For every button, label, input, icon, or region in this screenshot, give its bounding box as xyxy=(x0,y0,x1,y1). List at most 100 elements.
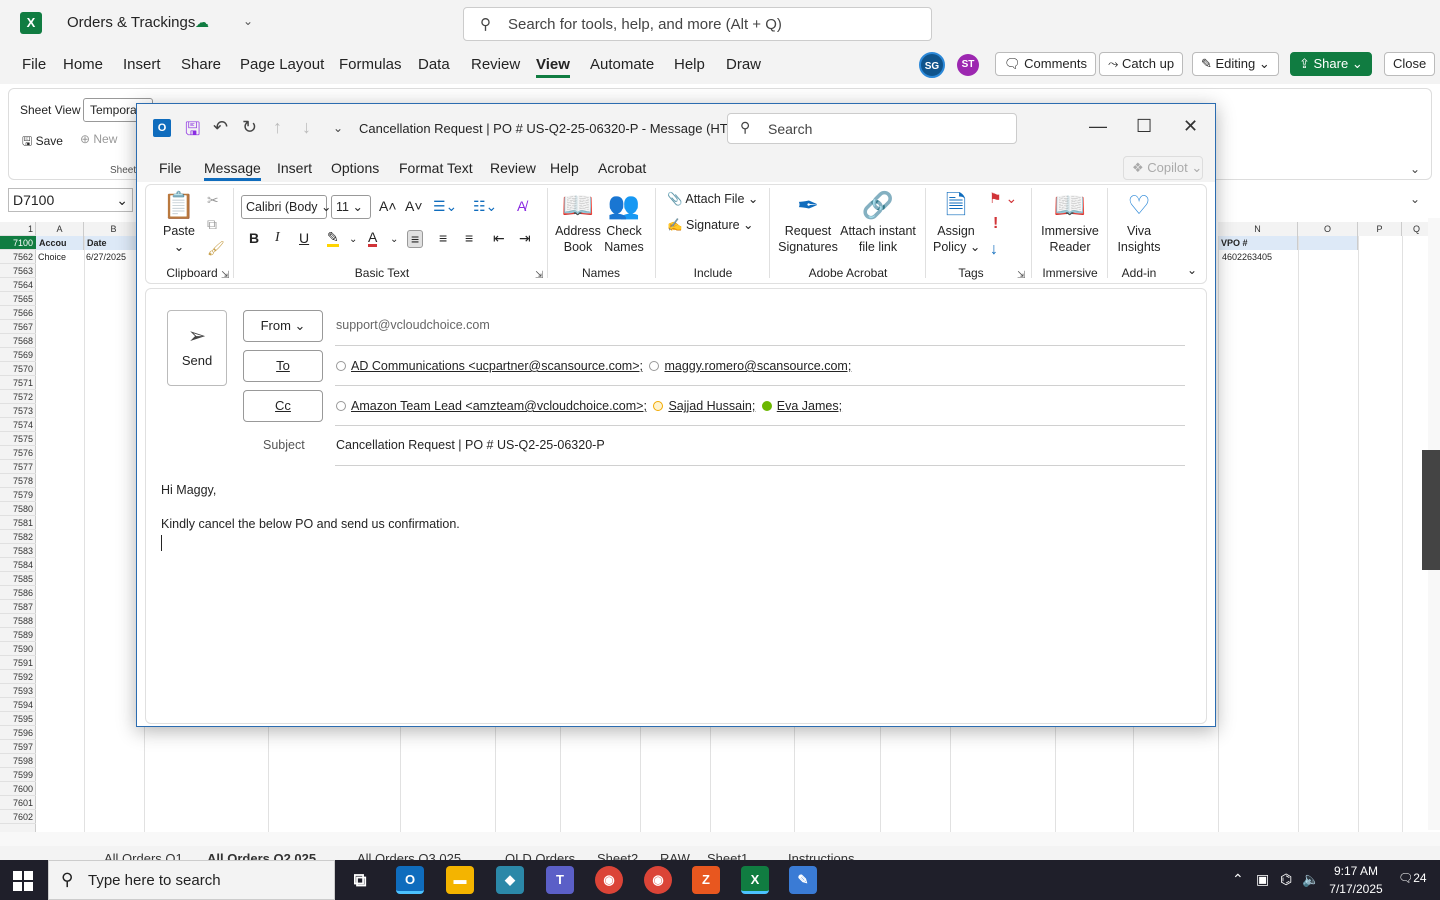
send-button[interactable]: ➢ Send xyxy=(167,310,227,386)
decrease-indent-icon[interactable]: ⇤ xyxy=(493,230,505,247)
close-button[interactable]: Close xyxy=(1384,52,1436,76)
avatar-st[interactable]: ST xyxy=(957,54,979,76)
recipient-chip[interactable]: Eva James; xyxy=(777,399,842,413)
filter-header-vpo[interactable]: VPO # xyxy=(1218,236,1298,250)
excel-tab-draw[interactable]: Draw xyxy=(726,56,761,73)
clear-formatting-icon[interactable]: A̸ xyxy=(517,198,526,214)
chrome-icon[interactable]: ◉ xyxy=(595,866,623,894)
zoho-icon[interactable]: Z xyxy=(692,866,720,894)
sheet-tab[interactable]: All Orders Q3 025 xyxy=(357,851,461,860)
row-header[interactable]: 7601 xyxy=(0,796,36,810)
tab-format-text[interactable]: Format Text xyxy=(399,160,473,176)
outlook-taskbar-icon[interactable]: O xyxy=(396,866,424,894)
signature-button[interactable]: ✍ Signature ⌄ xyxy=(667,217,754,233)
check-names-button[interactable]: 👥 Check Names xyxy=(603,190,645,255)
column-header-b[interactable]: B xyxy=(84,222,144,236)
row-header[interactable]: 7571 xyxy=(0,376,36,390)
address-book-button[interactable]: 📖 Address Book xyxy=(555,190,601,255)
tab-acrobat[interactable]: Acrobat xyxy=(598,160,646,176)
row-header[interactable]: 7577 xyxy=(0,460,36,474)
file-explorer-icon[interactable]: ▬ xyxy=(446,866,474,894)
row-header[interactable]: 7563 xyxy=(0,264,36,278)
comments-button[interactable]: 🗨 Comments xyxy=(995,52,1096,76)
sheet-tab[interactable]: RAW xyxy=(660,851,690,860)
copilot-button[interactable]: ❖ Copilot ⌄ xyxy=(1123,156,1203,180)
row-header[interactable]: 7595 xyxy=(0,712,36,726)
recipient-chip[interactable]: Amazon Team Lead <amzteam@vcloudchoice.c… xyxy=(351,399,647,413)
row-header[interactable]: 7581 xyxy=(0,516,36,530)
sheet-tab[interactable]: Sheet1 xyxy=(707,851,748,860)
align-left-icon[interactable]: ≡ xyxy=(407,230,424,248)
format-painter-icon[interactable]: 🖌 xyxy=(207,240,225,256)
row-header[interactable]: 1 xyxy=(0,222,36,236)
tab-options[interactable]: Options xyxy=(331,160,379,176)
paste-button[interactable]: 📋 Paste ⌄ xyxy=(159,190,199,255)
volume-icon[interactable]: 🔈 xyxy=(1302,871,1319,888)
chevron-up-icon[interactable]: ⌃ xyxy=(1232,871,1244,888)
row-header[interactable]: 7585 xyxy=(0,572,36,586)
network-alert-icon[interactable]: ▣ xyxy=(1256,871,1269,888)
tags-launcher-icon[interactable]: ⇲ xyxy=(1017,268,1025,284)
filter-header-date[interactable]: Date xyxy=(84,236,144,250)
share-button[interactable]: ⇪ Share ⌄ xyxy=(1290,52,1372,76)
row-header[interactable]: 7562 xyxy=(0,250,36,264)
sheet-tab[interactable]: Sheet2 xyxy=(597,851,638,860)
outlook-search-box[interactable]: ⚲ Search xyxy=(727,113,1017,144)
notepad-icon[interactable]: ✎ xyxy=(789,866,817,894)
increase-indent-icon[interactable]: ⇥ xyxy=(519,230,531,247)
arrow-up-icon[interactable]: ↑ xyxy=(273,117,282,138)
viva-insights-button[interactable]: ♡ Viva Insights xyxy=(1115,190,1163,255)
sheet-view-save-button[interactable]: 🖫 Save xyxy=(22,132,63,153)
row-header[interactable]: 7586 xyxy=(0,586,36,600)
row-header[interactable]: 7596 xyxy=(0,726,36,740)
row-header[interactable]: 7590 xyxy=(0,642,36,656)
row-header[interactable]: 7573 xyxy=(0,404,36,418)
excel-tab-view[interactable]: View xyxy=(536,56,570,78)
row-header[interactable]: 7567 xyxy=(0,320,36,334)
excel-search-box[interactable]: ⚲ Search for tools, help, and more (Alt … xyxy=(463,7,932,41)
excel-tab-page-layout[interactable]: Page Layout xyxy=(240,56,324,73)
chevron-down-icon[interactable]: ⌄ xyxy=(390,234,398,245)
from-value[interactable]: support@vcloudchoice.com xyxy=(336,318,490,332)
immersive-reader-button[interactable]: 📖 Immersive Reader xyxy=(1039,190,1101,255)
save-icon[interactable]: 🖫 xyxy=(185,117,200,147)
name-box[interactable]: D7100 ⌄ xyxy=(8,188,133,212)
basic-text-launcher-icon[interactable]: ⇲ xyxy=(535,268,543,284)
ribbon-expand-icon[interactable]: ⌄ xyxy=(1187,262,1197,278)
formula-expand-icon[interactable]: ⌄ xyxy=(1410,192,1420,206)
redo-icon[interactable]: ↻ xyxy=(242,117,257,138)
shrink-font-icon[interactable]: A˅ xyxy=(405,198,423,214)
catch-up-button[interactable]: ⤳ Catch up xyxy=(1099,52,1184,76)
assign-policy-button[interactable]: 🗎 Assign Policy ⌄ xyxy=(933,190,980,255)
grow-font-icon[interactable]: A˄ xyxy=(379,198,397,214)
row-header[interactable]: 7575 xyxy=(0,432,36,446)
excel-taskbar-icon[interactable]: X xyxy=(741,866,769,894)
ribbon-collapse-icon[interactable]: ⌄ xyxy=(1410,162,1420,176)
row-header[interactable]: 7594 xyxy=(0,698,36,712)
to-field[interactable]: AD Communications <ucpartner@scansource.… xyxy=(336,359,851,373)
follow-up-flag-icon[interactable]: ⚑ ⌄ xyxy=(989,190,1017,206)
tab-review[interactable]: Review xyxy=(490,160,536,176)
row-header[interactable]: 7598 xyxy=(0,754,36,768)
row-header[interactable]: 7569 xyxy=(0,348,36,362)
font-name-select[interactable]: Calibri (Body ⌄ xyxy=(241,195,332,219)
row-header[interactable]: 7592 xyxy=(0,670,36,684)
align-right-icon[interactable]: ≡ xyxy=(465,230,473,246)
sheet-tab[interactable]: All Orders Q1 xyxy=(104,851,183,860)
undo-icon[interactable]: ↶ xyxy=(213,117,228,138)
row-header[interactable]: 7583 xyxy=(0,544,36,558)
high-importance-icon[interactable]: ! xyxy=(993,216,998,232)
numbering-icon[interactable]: ☷⌄ xyxy=(473,198,497,214)
sheet-tab[interactable]: Instructions xyxy=(788,851,854,860)
cc-field[interactable]: Amazon Team Lead <amzteam@vcloudchoice.c… xyxy=(336,399,842,413)
excel-tab-home[interactable]: Home xyxy=(63,56,103,73)
row-header[interactable]: 7579 xyxy=(0,488,36,502)
attach-instant-link-button[interactable]: 🔗 Attach instant file link xyxy=(839,190,917,255)
row-header[interactable]: 7568 xyxy=(0,334,36,348)
tab-insert[interactable]: Insert xyxy=(277,160,312,176)
cc-button[interactable]: Cc xyxy=(243,390,323,422)
excel-document-title[interactable]: Orders & Trackings xyxy=(67,14,195,31)
column-header-p[interactable]: P xyxy=(1358,222,1402,236)
excel-tab-insert[interactable]: Insert xyxy=(123,56,161,73)
excel-tab-help[interactable]: Help xyxy=(674,56,705,73)
